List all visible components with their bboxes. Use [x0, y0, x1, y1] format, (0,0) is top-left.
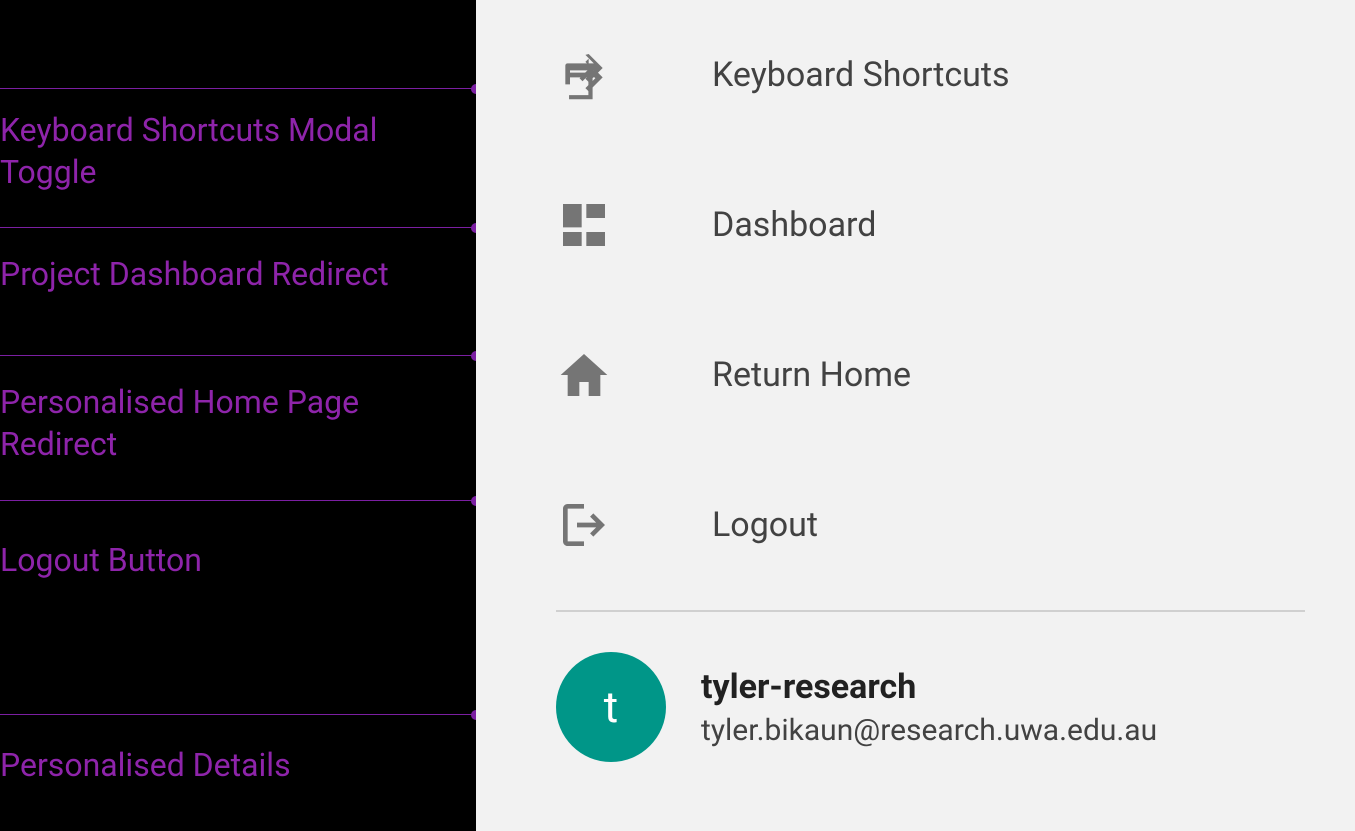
menu-label: Return Home [712, 355, 911, 395]
annotation-line-0 [0, 88, 476, 89]
annotation-line-2 [0, 355, 476, 356]
menu-item-dashboard[interactable]: Dashboard [556, 195, 1305, 255]
annotation-label-personalised-details: Personalised Details [0, 745, 291, 787]
annotation-label-keyboard-shortcuts: Keyboard Shortcuts Modal Toggle [0, 110, 460, 193]
dashboard-icon [556, 197, 612, 253]
annotation-line-1 [0, 227, 476, 228]
arrow-turn-right-icon [556, 47, 612, 103]
user-details-section: t tyler-research tyler.bikaun@research.u… [556, 652, 1305, 762]
dropdown-menu-panel: Keyboard Shortcuts Dashboard Return Home… [476, 0, 1355, 831]
annotation-label-logout: Logout Button [0, 540, 202, 582]
home-icon [556, 347, 612, 403]
menu-item-logout[interactable]: Logout [556, 495, 1305, 555]
logout-icon [556, 497, 612, 553]
user-info: tyler-research tyler.bikaun@research.uwa… [701, 667, 1157, 748]
menu-item-return-home[interactable]: Return Home [556, 345, 1305, 405]
menu-label: Keyboard Shortcuts [712, 55, 1010, 95]
menu-label: Logout [712, 505, 818, 545]
avatar: t [556, 652, 666, 762]
username: tyler-research [701, 667, 1157, 707]
user-email: tyler.bikaun@research.uwa.edu.au [701, 713, 1157, 748]
annotation-label-dashboard: Project Dashboard Redirect [0, 254, 389, 296]
menu-label: Dashboard [712, 205, 876, 245]
annotation-label-home: Personalised Home Page Redirect [0, 382, 460, 465]
menu-item-keyboard-shortcuts[interactable]: Keyboard Shortcuts [556, 45, 1305, 105]
annotation-line-4 [0, 714, 476, 715]
annotation-panel: Keyboard Shortcuts Modal Toggle Project … [0, 0, 476, 831]
annotation-line-3 [0, 500, 476, 501]
menu-divider [556, 610, 1305, 612]
